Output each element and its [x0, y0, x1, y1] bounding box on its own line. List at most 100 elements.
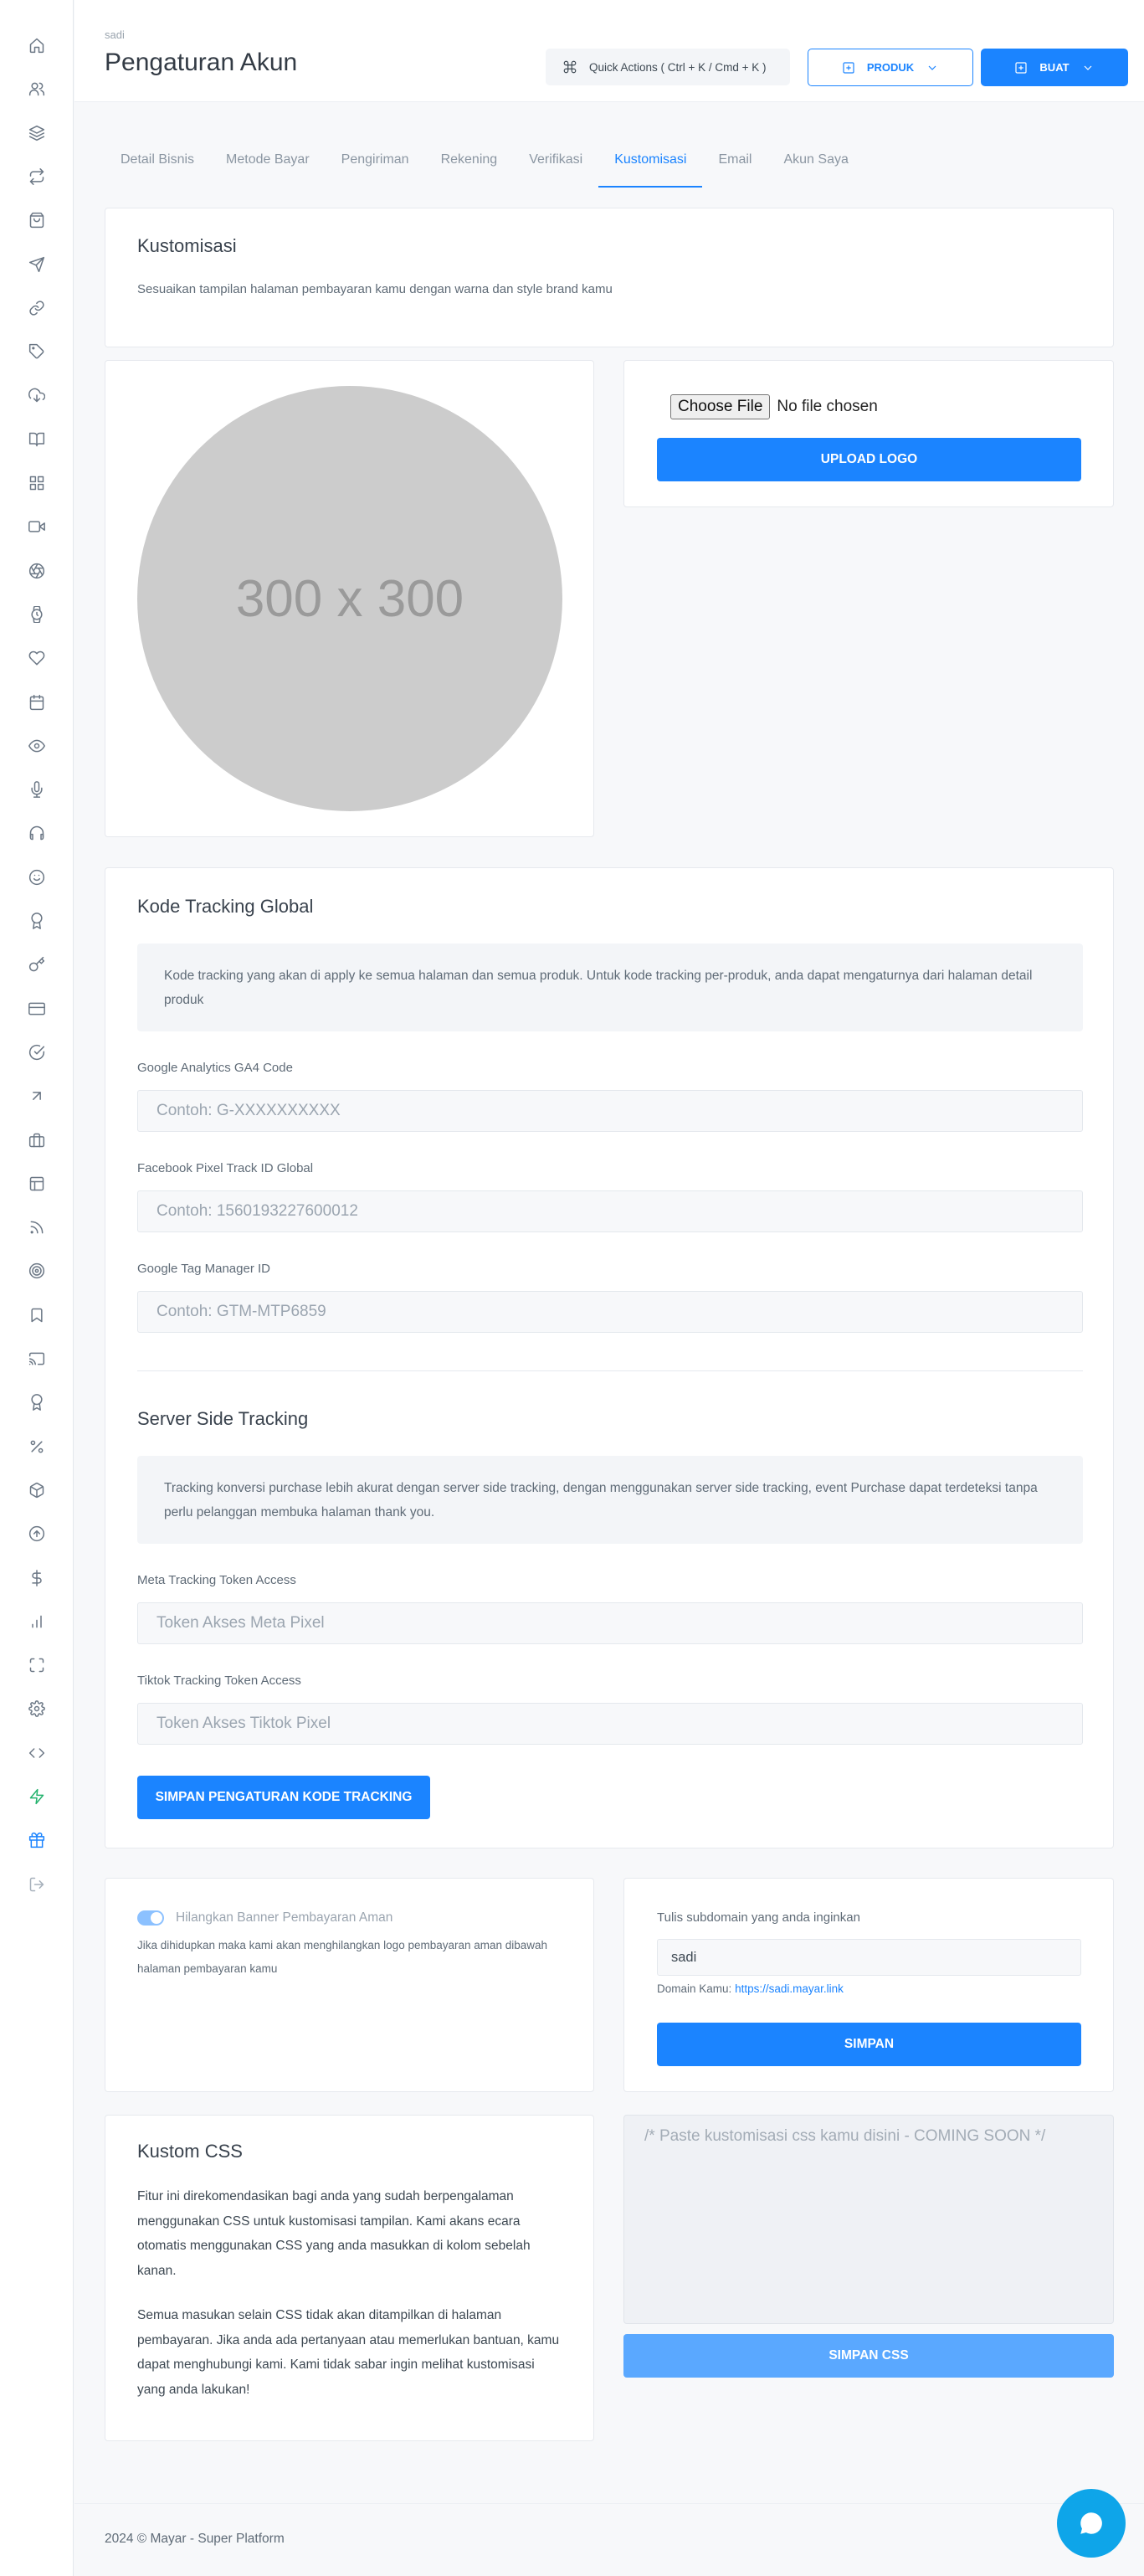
custom-css-paragraph-1: Fitur ini direkomendasikan bagi anda yan…	[137, 2189, 531, 2278]
save-tracking-button[interactable]: SIMPAN PENGATURAN KODE TRACKING	[137, 1776, 430, 1819]
maximize-icon[interactable]	[27, 1655, 47, 1675]
tag-icon[interactable]	[27, 342, 47, 362]
save-subdomain-button[interactable]: SIMPAN	[657, 2023, 1081, 2066]
gtm-input[interactable]: Contoh: GTM-MTP6859	[137, 1291, 1083, 1333]
meta-token-label: Meta Tracking Token Access	[137, 1573, 296, 1587]
tab-email[interactable]: Email	[702, 142, 767, 188]
repeat-icon[interactable]	[27, 167, 47, 187]
plus-square-icon	[1015, 61, 1028, 74]
link-icon[interactable]	[27, 298, 47, 318]
banner-description: Jika dihidupkan maka kami akan menghilan…	[137, 1939, 548, 1975]
cloud-download-icon[interactable]	[27, 385, 47, 405]
page-header: sadi Pengaturan Akun Quick Actions ( Ctr…	[74, 0, 1144, 102]
buat-button[interactable]: BUAT	[981, 49, 1128, 86]
mic-icon[interactable]	[27, 779, 47, 800]
custom-css-textarea[interactable]: /* Paste kustomisasi css kamu disini - C…	[623, 2115, 1114, 2324]
breadcrumb[interactable]: sadi	[105, 28, 125, 41]
zap-icon[interactable]	[27, 1787, 47, 1807]
video-icon[interactable]	[27, 517, 47, 537]
key-icon[interactable]	[27, 954, 47, 974]
tab-verifikasi[interactable]: Verifikasi	[513, 142, 598, 188]
calendar-icon[interactable]	[27, 692, 47, 712]
banner-card: Hilangkan Banner Pembayaran Aman Jika di…	[105, 1878, 594, 2092]
eye-icon[interactable]	[27, 736, 47, 756]
book-icon[interactable]	[27, 429, 47, 450]
file-input[interactable]: Choose File No file chosen	[670, 394, 878, 419]
subdomain-card: Tulis subdomain yang anda inginkan sadi …	[623, 1878, 1114, 2092]
bar-chart-icon[interactable]	[27, 1612, 47, 1632]
upload-logo-button[interactable]: UPLOAD LOGO	[657, 438, 1081, 481]
logo-preview-card: 300 x 300	[105, 360, 594, 837]
save-css-button[interactable]: SIMPAN CSS	[623, 2334, 1114, 2378]
arrow-up-circle-icon[interactable]	[27, 1524, 47, 1544]
tab-akun-saya[interactable]: Akun Saya	[767, 142, 864, 188]
heart-icon[interactable]	[27, 648, 47, 668]
tracking-card: Kode Tracking Global Kode tracking yang …	[105, 867, 1114, 1848]
produk-button[interactable]: PRODUK	[808, 49, 973, 86]
tiktok-token-input[interactable]: Token Akses Tiktok Pixel	[137, 1703, 1083, 1745]
smile-icon[interactable]	[27, 867, 47, 887]
domain-row: Domain Kamu: https://sadi.mayar.link	[657, 1982, 844, 1995]
tab-pengiriman[interactable]: Pengiriman	[326, 142, 425, 188]
server-side-title: Server Side Tracking	[137, 1408, 309, 1429]
logo-placeholder-text: 300 x 300	[235, 569, 464, 628]
banner-toggle-label: Hilangkan Banner Pembayaran Aman	[176, 1910, 393, 1925]
no-file-label: No file chosen	[777, 398, 878, 415]
domain-link[interactable]: https://sadi.mayar.link	[735, 1982, 844, 1995]
arrow-up-right-icon[interactable]	[27, 1086, 47, 1106]
users-icon[interactable]	[27, 79, 47, 99]
tab-metode-bayar[interactable]: Metode Bayar	[210, 142, 326, 188]
sidebar	[0, 0, 74, 2576]
layers-icon[interactable]	[27, 123, 47, 143]
page-title: Pengaturan Akun	[105, 49, 298, 76]
tracking-title: Kode Tracking Global	[137, 896, 314, 917]
send-icon[interactable]	[27, 255, 47, 275]
ga4-input[interactable]: Contoh: G-XXXXXXXXXX	[137, 1090, 1083, 1132]
award-icon[interactable]	[27, 1392, 47, 1412]
tab-kustomisasi[interactable]: Kustomisasi	[598, 142, 703, 188]
ga4-label: Google Analytics GA4 Code	[137, 1061, 293, 1075]
tracking-info: Kode tracking yang akan di apply ke semu…	[137, 944, 1083, 1031]
quick-actions-label: Quick Actions ( Ctrl + K / Cmd + K )	[589, 60, 767, 74]
award-icon[interactable]	[27, 911, 47, 931]
briefcase-icon[interactable]	[27, 1130, 47, 1150]
layout-icon[interactable]	[27, 1174, 47, 1194]
tab-rekening[interactable]: Rekening	[425, 142, 514, 188]
rss-icon[interactable]	[27, 1217, 47, 1237]
tab-detail-bisnis[interactable]: Detail Bisnis	[105, 142, 210, 188]
custom-css-paragraph-2: Semua masukan selain CSS tidak akan dita…	[137, 2308, 560, 2397]
dollar-icon[interactable]	[27, 1568, 47, 1588]
box-icon[interactable]	[27, 1480, 47, 1500]
chat-button[interactable]	[1057, 2489, 1126, 2558]
footer-divider	[74, 2503, 1144, 2504]
code-icon[interactable]	[27, 1743, 47, 1763]
target-icon[interactable]	[27, 1261, 47, 1281]
fb-pixel-input[interactable]: Contoh: 1560193227600012	[137, 1190, 1083, 1232]
gift-icon[interactable]	[27, 1830, 47, 1850]
percent-icon[interactable]	[27, 1437, 47, 1457]
credit-card-icon[interactable]	[27, 999, 47, 1019]
quick-actions-button[interactable]: Quick Actions ( Ctrl + K / Cmd + K )	[546, 49, 790, 85]
banner-toggle-switch[interactable]	[137, 1910, 164, 1926]
kustomisasi-description: Sesuaikan tampilan halaman pembayaran ka…	[137, 282, 613, 296]
gtm-label: Google Tag Manager ID	[137, 1262, 270, 1276]
custom-css-card: Kustom CSS Fitur ini direkomendasikan ba…	[105, 2115, 594, 2441]
choose-file-button[interactable]: Choose File	[670, 394, 771, 419]
log-out-icon[interactable]	[27, 1874, 47, 1895]
home-icon[interactable]	[27, 35, 47, 55]
grid-icon[interactable]	[27, 473, 47, 493]
chevron-down-icon	[928, 65, 936, 70]
meta-token-input[interactable]: Token Akses Meta Pixel	[137, 1602, 1083, 1644]
shopping-bag-icon[interactable]	[27, 210, 47, 230]
aperture-icon[interactable]	[27, 561, 47, 581]
check-circle-icon[interactable]	[27, 1042, 47, 1062]
subdomain-input[interactable]: sadi	[657, 1939, 1081, 1976]
cast-icon[interactable]	[27, 1349, 47, 1369]
headphones-icon[interactable]	[27, 823, 47, 843]
settings-icon[interactable]	[27, 1699, 47, 1719]
chat-bubble-icon	[1080, 2512, 1102, 2534]
banner-toggle-row: Hilangkan Banner Pembayaran Aman	[137, 1910, 392, 1926]
watch-icon[interactable]	[27, 604, 47, 625]
bookmark-icon[interactable]	[27, 1305, 47, 1325]
kustomisasi-title: Kustomisasi	[137, 235, 237, 256]
